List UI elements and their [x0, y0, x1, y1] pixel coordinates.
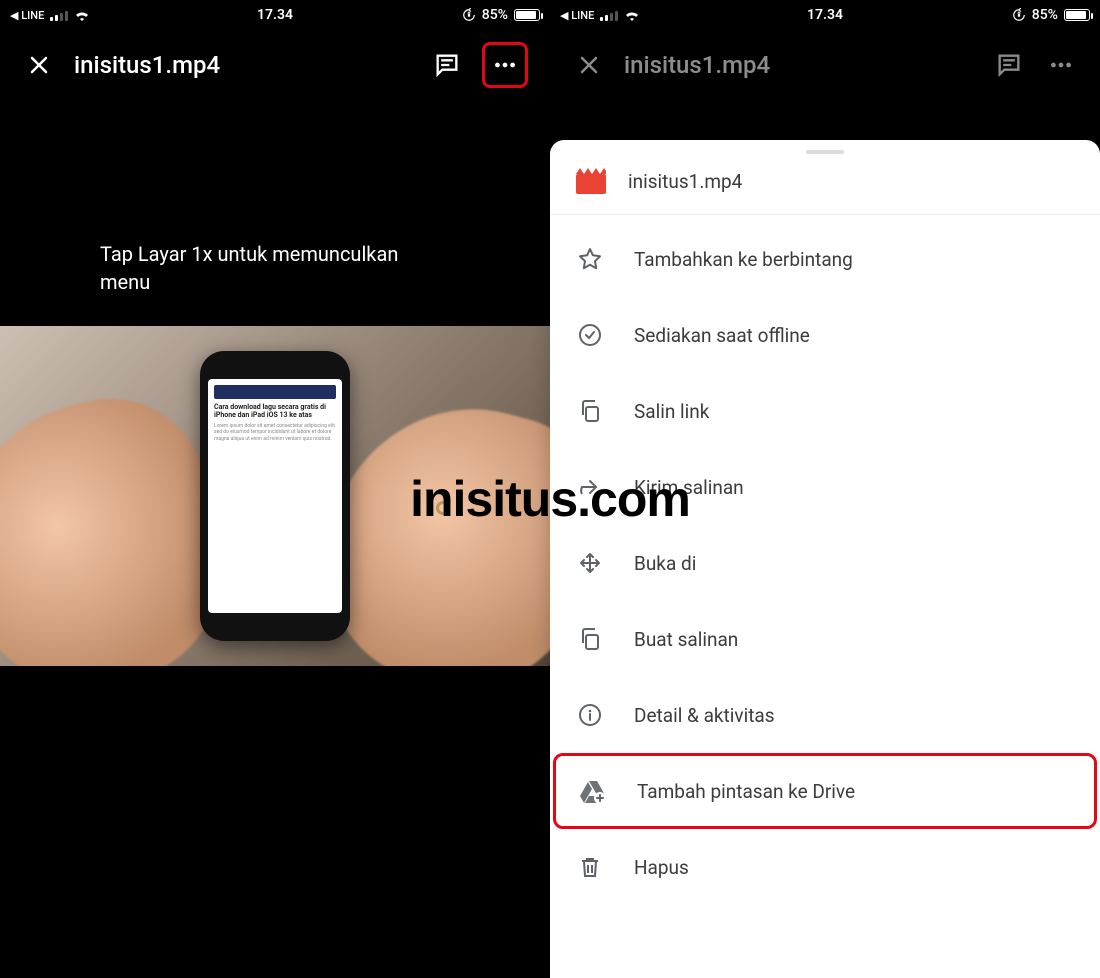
menu-label: Detail & aktivitas: [634, 704, 775, 727]
trash-icon: [576, 853, 604, 881]
close-button[interactable]: [22, 48, 56, 82]
sheet-grip[interactable]: [806, 150, 844, 154]
menu-label: Sediakan saat offline: [634, 324, 810, 347]
close-button[interactable]: [572, 48, 606, 82]
orientation-lock-icon: [462, 8, 476, 22]
more-options-button[interactable]: [482, 42, 528, 88]
sheet-filename: inisitus1.mp4: [628, 170, 742, 193]
menu-copy-link[interactable]: Salin link: [550, 373, 1100, 449]
cellular-signal-icon: [600, 9, 618, 21]
sheet-header: inisitus1.mp4: [550, 160, 1100, 215]
send-icon: [576, 473, 604, 501]
battery-percentage: 85%: [1032, 7, 1058, 23]
cellular-signal-icon: [50, 9, 68, 21]
menu-label: Buka di: [634, 552, 696, 575]
offline-icon: [576, 321, 604, 349]
menu-details[interactable]: Detail & aktivitas: [550, 677, 1100, 753]
info-icon: [576, 701, 604, 729]
copy-icon: [576, 397, 604, 425]
menu-label: Hapus: [634, 856, 689, 879]
video-frame[interactable]: Cara download lagu secara gratis di iPho…: [0, 326, 550, 666]
menu-add-drive-shortcut[interactable]: Tambah pintasan ke Drive: [553, 753, 1097, 829]
comment-button[interactable]: [430, 48, 464, 82]
action-sheet: inisitus1.mp4 Tambahkan ke berbintang Se…: [550, 140, 1100, 978]
back-to-app-indicator[interactable]: ◀ LINE: [10, 9, 44, 22]
menu-open-in[interactable]: Buka di: [550, 525, 1100, 601]
battery-percentage: 85%: [482, 7, 508, 23]
battery-icon: [1064, 9, 1090, 21]
back-to-app-indicator[interactable]: ◀ LINE: [560, 9, 594, 22]
ring-illustration: [436, 501, 450, 515]
file-title: inisitus1.mp4: [624, 51, 974, 79]
menu-label: Kirim salinan: [634, 476, 744, 499]
file-header-dimmed: inisitus1.mp4: [550, 30, 1100, 100]
wifi-icon: [624, 9, 640, 21]
status-bar: ◀ LINE 17.34 85%: [550, 0, 1100, 30]
menu-make-copy[interactable]: Buat salinan: [550, 601, 1100, 677]
orientation-lock-icon: [1012, 8, 1026, 22]
menu-make-offline[interactable]: Sediakan saat offline: [550, 297, 1100, 373]
instruction-text: Tap Layar 1x untuk memunculkan menu: [100, 240, 450, 296]
file-header: inisitus1.mp4: [0, 30, 550, 100]
action-menu: Tambahkan ke berbintang Sediakan saat of…: [550, 215, 1100, 905]
move-icon: [576, 549, 604, 577]
menu-label: Tambahkan ke berbintang: [634, 248, 853, 271]
pane-video-preview: ◀ LINE 17.34 85% inisitus1.mp4 Tap Layar…: [0, 0, 550, 978]
file-title: inisitus1.mp4: [74, 51, 412, 79]
drive-add-icon: [579, 777, 607, 805]
star-icon: [576, 245, 604, 273]
menu-add-star[interactable]: Tambahkan ke berbintang: [550, 221, 1100, 297]
pane-action-sheet: ◀ LINE 17.34 85% inisitus1.mp4: [550, 0, 1100, 978]
menu-label: Buat salinan: [634, 628, 738, 651]
more-options-button[interactable]: [1044, 48, 1078, 82]
duplicate-icon: [576, 625, 604, 653]
menu-delete[interactable]: Hapus: [550, 829, 1100, 905]
battery-icon: [514, 9, 540, 21]
status-bar: ◀ LINE 17.34 85%: [0, 0, 550, 30]
menu-label: Tambah pintasan ke Drive: [637, 780, 855, 803]
wifi-icon: [74, 9, 90, 21]
phone-illustration: Cara download lagu secara gratis di iPho…: [200, 351, 350, 641]
video-file-icon: [576, 168, 606, 194]
comment-button[interactable]: [992, 48, 1026, 82]
menu-label: Salin link: [634, 400, 709, 423]
menu-send-copy[interactable]: Kirim salinan: [550, 449, 1100, 525]
